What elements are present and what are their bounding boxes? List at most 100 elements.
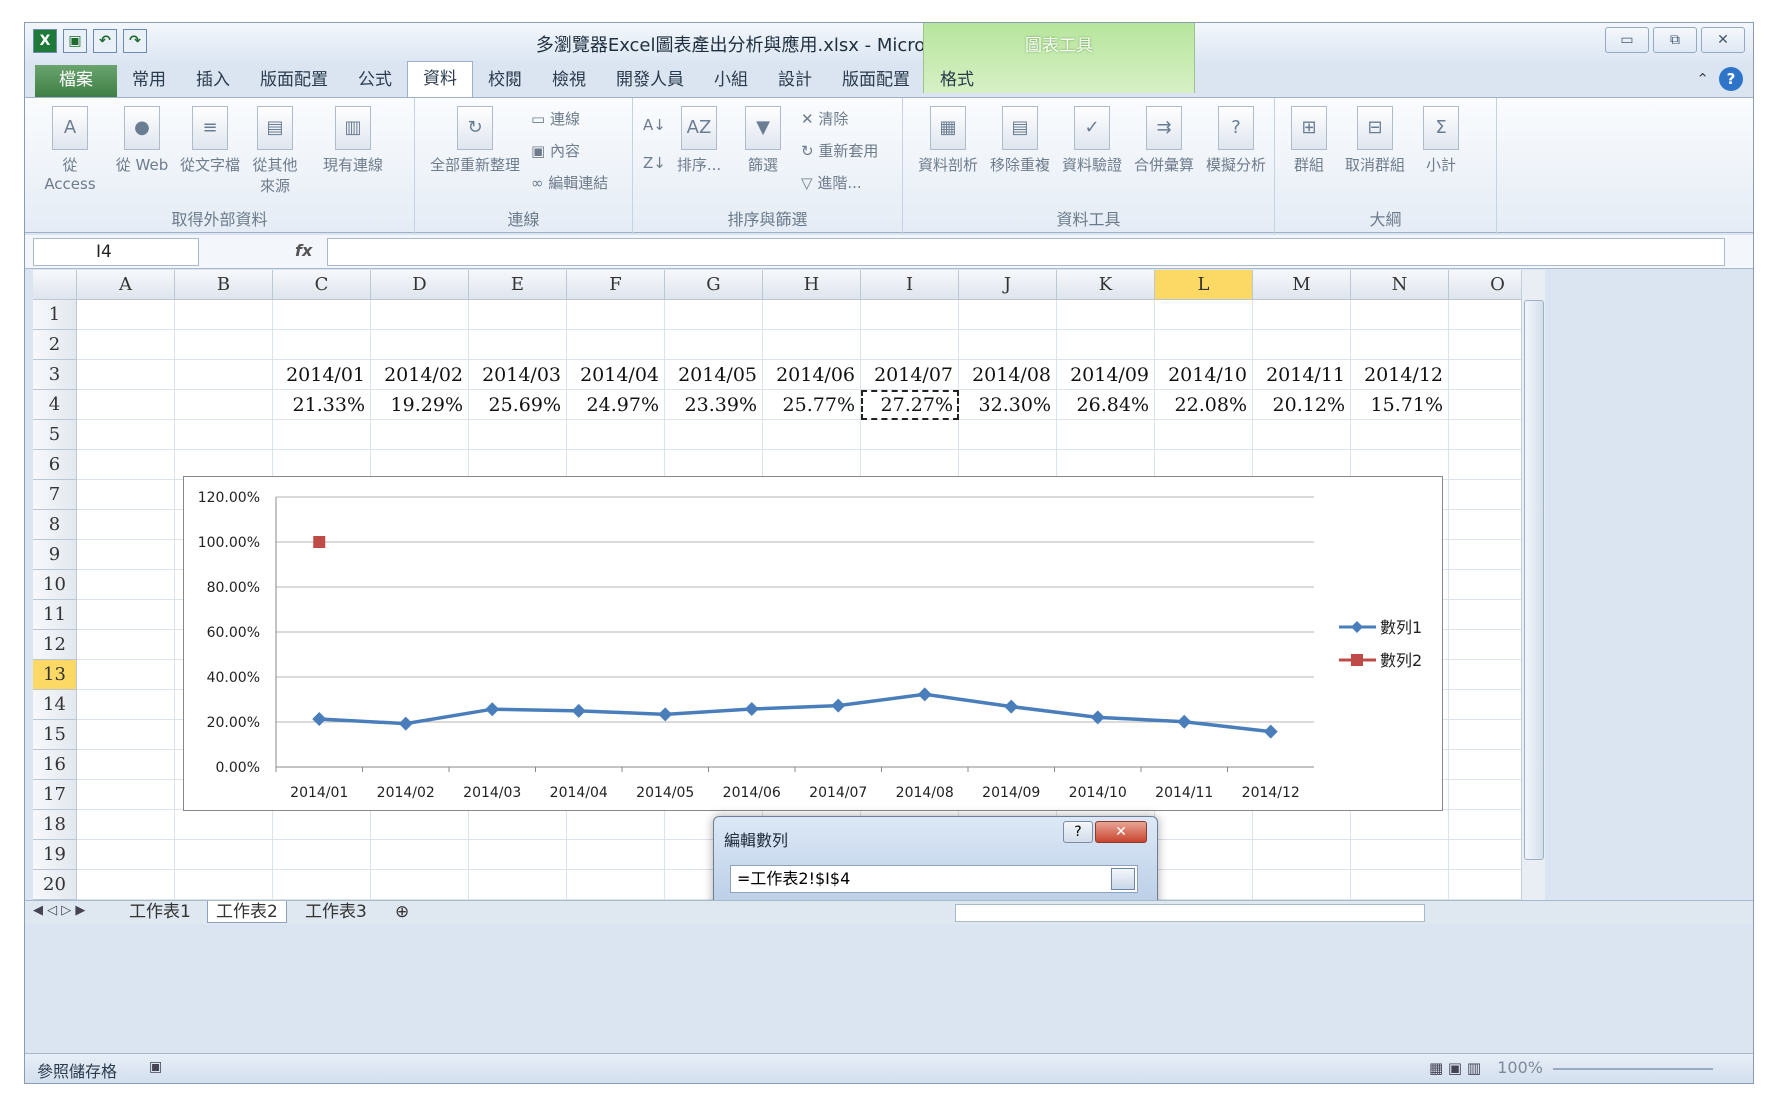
row-header-6[interactable]: 6	[33, 450, 77, 480]
vertical-scroll-thumb[interactable]	[1524, 300, 1544, 860]
collapse-dialog-icon[interactable]	[1111, 868, 1135, 890]
help-icon[interactable]: ?	[1719, 67, 1743, 91]
worksheet-grid[interactable]: A B C D E F G H I J K L M N O 1 2 3 4 5 6 7 8 9 10 11 12 13 14 15 16 17…	[33, 270, 1521, 900]
sheet-tab-3[interactable]: 工作表3	[297, 901, 375, 923]
row-header-16[interactable]: 16	[33, 750, 77, 780]
fx-icon[interactable]: fx	[295, 241, 312, 260]
row-header-9[interactable]: 9	[33, 540, 77, 570]
row-header-13[interactable]: 13	[33, 660, 77, 690]
row-header-11[interactable]: 11	[33, 600, 77, 630]
series-reference-input[interactable]: =工作表2!$I$4	[730, 865, 1138, 893]
connections-button[interactable]: ▭ 連線	[531, 108, 580, 129]
row-header-15[interactable]: 15	[33, 720, 77, 750]
filter-button[interactable]: ▼ 篩選	[737, 106, 789, 175]
tab-data[interactable]: 資料	[407, 61, 473, 97]
row-header-20[interactable]: 20	[33, 870, 77, 900]
cell-h4[interactable]: 25.77%	[763, 390, 861, 420]
column-header-l[interactable]: L	[1155, 270, 1253, 300]
from-web-button[interactable]: ● 從 Web	[111, 106, 173, 175]
column-header-n[interactable]: N	[1351, 270, 1449, 300]
column-header-c[interactable]: C	[273, 270, 371, 300]
column-header-a[interactable]: A	[77, 270, 175, 300]
tab-page-layout[interactable]: 版面配置	[245, 65, 343, 97]
dialog-help-button[interactable]: ?	[1063, 821, 1093, 843]
tab-design[interactable]: 設計	[763, 65, 827, 97]
column-header-d[interactable]: D	[371, 270, 469, 300]
row-header-1[interactable]: 1	[33, 300, 77, 330]
tab-team[interactable]: 小組	[699, 65, 763, 97]
column-header-o[interactable]: O	[1449, 270, 1521, 300]
cell-h3[interactable]: 2014/06	[763, 360, 861, 390]
existing-connections-button[interactable]: ▥ 現有連線	[315, 106, 391, 175]
macro-record-icon[interactable]: ▣	[149, 1059, 162, 1075]
text-to-columns-button[interactable]: ▦ 資料剖析	[913, 106, 983, 175]
reapply-button[interactable]: ↻ 重新套用	[801, 140, 878, 161]
chart-area[interactable]: 0.00% 20.00% 40.00% 60.00% 80.00% 100.00% 120.…	[183, 476, 1443, 811]
tab-home[interactable]: 常用	[117, 65, 181, 97]
advanced-button[interactable]: ▽ 進階...	[801, 172, 862, 193]
cell-j4[interactable]: 32.30%	[959, 390, 1057, 420]
what-if-button[interactable]: ? 模擬分析	[1201, 106, 1271, 175]
horizontal-scrollbar[interactable]	[955, 904, 1425, 922]
consolidate-button[interactable]: ⇉ 合併彙算	[1129, 106, 1199, 175]
cell-n4[interactable]: 15.71%	[1351, 390, 1449, 420]
minimize-ribbon-icon[interactable]: ⌃	[1696, 70, 1709, 88]
maximize-button[interactable]: ⧉	[1653, 27, 1697, 53]
select-all-corner[interactable]	[33, 270, 77, 300]
row-header-10[interactable]: 10	[33, 570, 77, 600]
cell-m4[interactable]: 20.12%	[1253, 390, 1351, 420]
view-buttons-icon[interactable]: ▦ ▣ ▥	[1429, 1059, 1481, 1077]
column-header-g[interactable]: G	[665, 270, 763, 300]
row-header-8[interactable]: 8	[33, 510, 77, 540]
row-header-17[interactable]: 17	[33, 780, 77, 810]
row-header-19[interactable]: 19	[33, 840, 77, 870]
cell-g4[interactable]: 23.39%	[665, 390, 763, 420]
sheet-tab-1[interactable]: 工作表1	[121, 901, 199, 923]
close-button[interactable]: ✕	[1701, 27, 1745, 53]
from-other-sources-button[interactable]: ▤ 從其他 來源	[247, 106, 303, 196]
edit-links-button[interactable]: ∞ 編輯連結	[531, 172, 608, 193]
tab-file[interactable]: 檔案	[35, 65, 117, 97]
ungroup-button[interactable]: ⊟ 取消群組	[1339, 106, 1411, 175]
subtotal-button[interactable]: Σ 小計	[1415, 106, 1467, 175]
cell-k3[interactable]: 2014/09	[1057, 360, 1155, 390]
column-header-f[interactable]: F	[567, 270, 665, 300]
sort-descending-icon[interactable]: Z↓	[643, 154, 666, 172]
sort-button[interactable]: AZ 排序...	[675, 106, 723, 175]
dialog-close-button[interactable]: ✕	[1095, 821, 1147, 843]
tab-developer[interactable]: 開發人員	[601, 65, 699, 97]
row-header-7[interactable]: 7	[33, 480, 77, 510]
row-header-4[interactable]: 4	[33, 390, 77, 420]
sheet-nav-arrows-icon[interactable]: ◀ ◁ ▷ ▶	[33, 903, 85, 918]
sheet-tab-2[interactable]: 工作表2	[207, 901, 287, 923]
tab-insert[interactable]: 插入	[181, 65, 245, 97]
column-header-h[interactable]: H	[763, 270, 861, 300]
cell-n3[interactable]: 2014/12	[1351, 360, 1449, 390]
cell-i3[interactable]: 2014/07	[861, 360, 959, 390]
tab-review[interactable]: 校閱	[473, 65, 537, 97]
cell-c3[interactable]: 2014/01	[273, 360, 371, 390]
column-header-i[interactable]: I	[861, 270, 959, 300]
name-box[interactable]: I4	[33, 238, 199, 266]
refresh-all-button[interactable]: ↻ 全部重新整理	[425, 106, 525, 175]
from-text-button[interactable]: ≡ 從文字檔	[175, 106, 245, 175]
row-header-2[interactable]: 2	[33, 330, 77, 360]
data-validation-button[interactable]: ✓ 資料驗證	[1057, 106, 1127, 175]
cell-l3[interactable]: 2014/10	[1155, 360, 1253, 390]
column-header-j[interactable]: J	[959, 270, 1057, 300]
row-header-5[interactable]: 5	[33, 420, 77, 450]
tab-view[interactable]: 檢視	[537, 65, 601, 97]
remove-duplicates-button[interactable]: ▤ 移除重複	[985, 106, 1055, 175]
minimize-button[interactable]: ▭	[1605, 27, 1649, 53]
group-button[interactable]: ⊞ 群組	[1283, 106, 1335, 175]
clear-button[interactable]: ✕ 清除	[801, 108, 848, 129]
cell-d3[interactable]: 2014/02	[371, 360, 469, 390]
row-header-14[interactable]: 14	[33, 690, 77, 720]
cell-f4[interactable]: 24.97%	[567, 390, 665, 420]
vertical-scrollbar[interactable]	[1521, 270, 1545, 900]
sort-ascending-icon[interactable]: A↓	[643, 116, 666, 134]
cell-e3[interactable]: 2014/03	[469, 360, 567, 390]
row-header-12[interactable]: 12	[33, 630, 77, 660]
cell-j3[interactable]: 2014/08	[959, 360, 1057, 390]
column-header-e[interactable]: E	[469, 270, 567, 300]
